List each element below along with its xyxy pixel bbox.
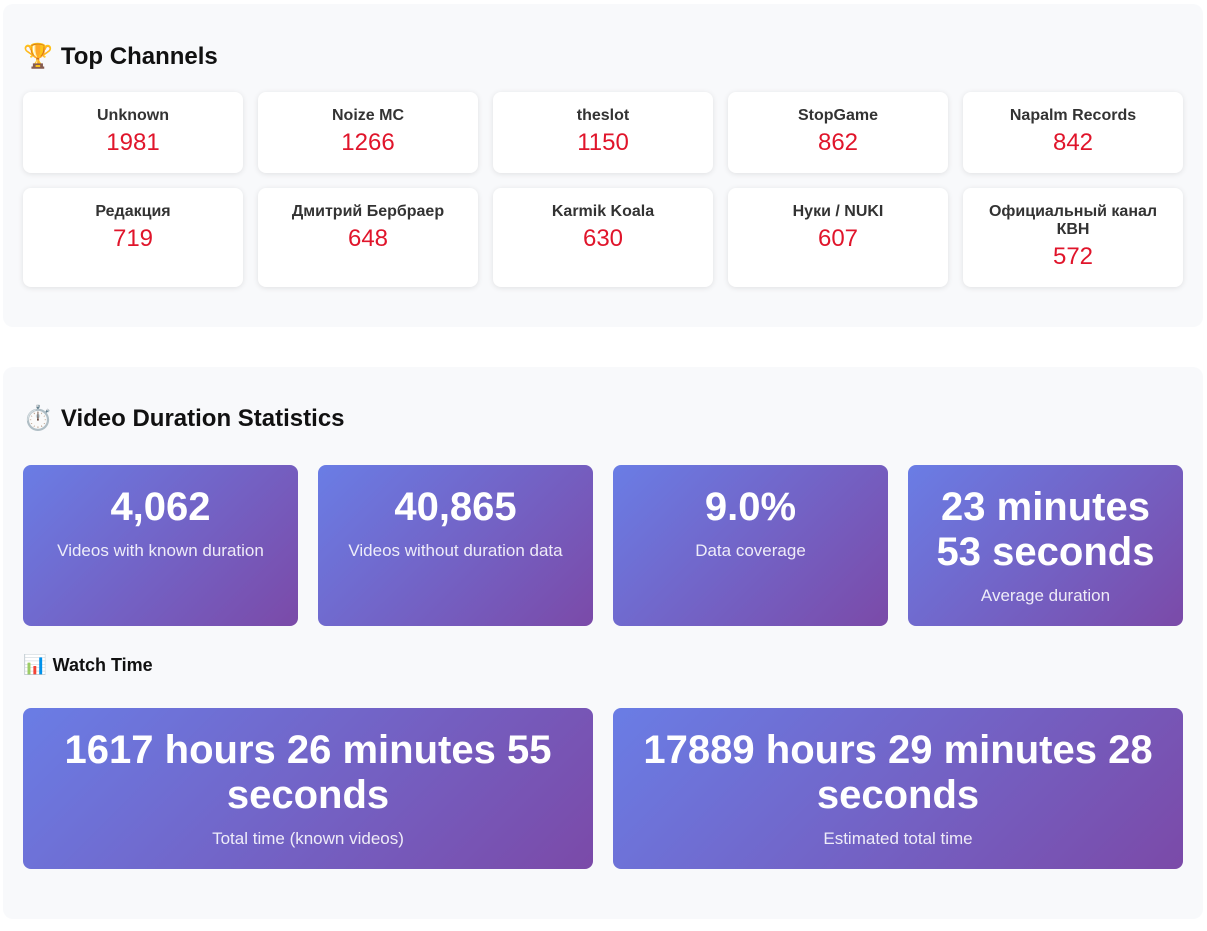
stat-card-no-duration: 40,865 Videos without duration data xyxy=(318,465,593,626)
channel-name: Нуки / NUKI xyxy=(792,203,884,220)
top-channels-section: 🏆 Top Channels Unknown 1981 Noize MC 126… xyxy=(3,4,1203,327)
stat-card-coverage: 9.0% Data coverage xyxy=(613,465,888,626)
channel-card[interactable]: Редакция 719 xyxy=(23,188,243,287)
stat-card-known-duration: 4,062 Videos with known duration xyxy=(23,465,298,626)
stat-value: 1617 hours 26 minutes 55 seconds xyxy=(64,728,552,817)
top-channels-title: Top Channels xyxy=(60,43,218,70)
stat-label: Estimated total time xyxy=(823,829,973,848)
channel-card[interactable]: Napalm Records 842 xyxy=(963,92,1183,173)
duration-stats-heading: ⏱️ Video Duration Statistics xyxy=(23,405,345,433)
channel-card[interactable]: Karmik Koala 630 xyxy=(493,188,713,287)
channel-count: 1981 xyxy=(106,129,160,156)
duration-stats-title: Video Duration Statistics xyxy=(60,405,345,432)
channel-name: StopGame xyxy=(797,107,878,124)
trophy-icon: 🏆 xyxy=(23,43,53,70)
channel-grid: Unknown 1981 Noize MC 1266 theslot 1150 … xyxy=(23,92,1183,287)
channel-card[interactable]: Noize MC 1266 xyxy=(258,92,478,173)
stat-label: Data coverage xyxy=(695,541,806,560)
stat-value: 23 minutes 53 seconds xyxy=(936,485,1155,574)
channel-count: 1266 xyxy=(341,129,395,156)
top-channels-heading: 🏆 Top Channels xyxy=(23,43,218,71)
stat-value: 40,865 xyxy=(394,485,517,529)
stat-label: Average duration xyxy=(980,586,1111,605)
channel-name: Дмитрий Бербраер xyxy=(291,203,445,220)
duration-stats-section: ⏱️ Video Duration Statistics 4,062 Video… xyxy=(3,367,1203,919)
channel-count: 607 xyxy=(817,225,859,252)
watch-time-heading: 📊 Watch Time xyxy=(23,655,153,676)
watch-time-grid: 1617 hours 26 minutes 55 seconds Total t… xyxy=(23,708,1183,869)
channel-count: 1150 xyxy=(577,129,629,156)
stat-label: Videos with known duration xyxy=(57,541,264,560)
channel-card[interactable]: Официальный канал КВН 572 xyxy=(963,188,1183,287)
stat-label: Total time (known videos) xyxy=(212,829,404,848)
channel-count: 630 xyxy=(582,225,624,252)
channel-card[interactable]: theslot 1150 xyxy=(493,92,713,173)
duration-stat-grid: 4,062 Videos with known duration 40,865 … xyxy=(23,465,1183,626)
stat-value: 17889 hours 29 minutes 28 seconds xyxy=(643,728,1153,817)
channel-name: Редакция xyxy=(95,203,171,220)
channel-count: 862 xyxy=(817,129,859,156)
stat-value: 9.0% xyxy=(704,485,797,529)
channel-count: 648 xyxy=(347,225,389,252)
channel-card[interactable]: Unknown 1981 xyxy=(23,92,243,173)
channel-card[interactable]: StopGame 862 xyxy=(728,92,948,173)
channel-name: Официальный канал КВН xyxy=(988,203,1158,238)
stat-label: Videos without duration data xyxy=(348,541,563,560)
channel-card[interactable]: Нуки / NUKI 607 xyxy=(728,188,948,287)
stat-card-average-duration: 23 minutes 53 seconds Average duration xyxy=(908,465,1183,626)
channel-name: theslot xyxy=(576,107,630,124)
channel-count: 842 xyxy=(1052,129,1094,156)
stopwatch-icon: ⏱️ xyxy=(23,405,53,432)
channel-name: Noize MC xyxy=(332,107,404,124)
channel-name: Napalm Records xyxy=(1009,107,1137,124)
stat-value: 4,062 xyxy=(110,485,211,529)
watch-time-title: Watch Time xyxy=(52,655,153,675)
channel-count: 572 xyxy=(1052,243,1094,270)
watch-card-known-total: 1617 hours 26 minutes 55 seconds Total t… xyxy=(23,708,593,869)
bar-chart-icon: 📊 xyxy=(23,655,47,676)
channel-card[interactable]: Дмитрий Бербраер 648 xyxy=(258,188,478,287)
channel-name: Unknown xyxy=(97,107,169,124)
watch-card-estimated-total: 17889 hours 29 minutes 28 seconds Estima… xyxy=(613,708,1183,869)
channel-count: 719 xyxy=(112,225,154,252)
channel-name: Karmik Koala xyxy=(551,203,655,220)
